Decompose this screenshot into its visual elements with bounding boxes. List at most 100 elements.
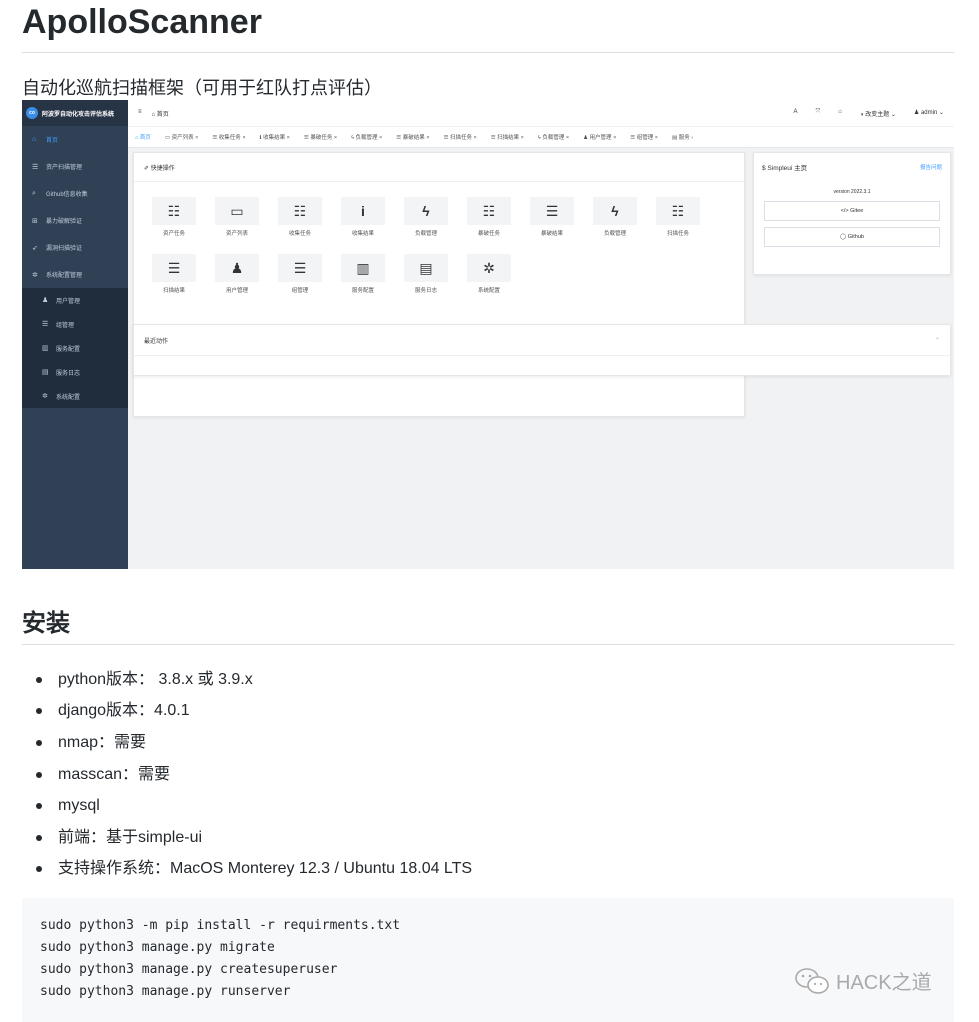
user-icon: ♟ bbox=[42, 297, 49, 304]
sidebar-item[interactable]: ⌕ Github信息收集 bbox=[22, 180, 128, 207]
list-item: 支持操作系统：MacOS Monterey 12.3 / Ubuntu 18.0… bbox=[36, 854, 472, 886]
sidebar-item[interactable]: ☰ 资产扫描管理 bbox=[22, 153, 128, 180]
quick-action[interactable]: ☷ 扫描任务 bbox=[653, 197, 703, 247]
code-line: sudo python3 manage.py migrate bbox=[40, 940, 275, 955]
tab[interactable]: ℹ 收集结果 × bbox=[253, 133, 297, 141]
quick-action[interactable]: ▥ 服务配置 bbox=[338, 254, 388, 304]
quick-action[interactable]: ϟ 负载管理 bbox=[590, 197, 640, 247]
tab[interactable]: ☰ 收集任务 × bbox=[205, 133, 252, 141]
tab[interactable]: ▤ 服务 › bbox=[665, 133, 700, 141]
sidebar-subitem-label: 组管理 bbox=[56, 322, 75, 329]
code-block: sudo python3 -m pip install -r requirmen… bbox=[22, 898, 954, 1022]
sidebar-subitem-label: 用户管理 bbox=[56, 298, 81, 305]
tab[interactable]: ☰ 暴破结果 × bbox=[389, 133, 436, 141]
topbar-action[interactable]: ♟ admin ⌄ bbox=[914, 109, 944, 118]
sidebar-subitem[interactable]: ☰ 组管理 bbox=[22, 312, 128, 336]
sidebar-item-label: 首页 bbox=[46, 138, 59, 144]
wechat-icon bbox=[795, 967, 829, 994]
quick-action-label: 资产任务 bbox=[162, 231, 185, 237]
sidebar-menu: ⌂ 首页 ☰ 资产扫描管理 ⌕ Github信息收集 ⊞ 暴力破解验证 ➶ 漏洞扫描验证 ✲ 系统配置… bbox=[22, 126, 128, 408]
sidebar: co 阿波罗自动化攻击评估系统 ⌂ 首页 ☰ 资产扫描管理 ⌕ Github信息收集 ⊞ 暴力… bbox=[22, 100, 128, 569]
info-icon: i bbox=[341, 197, 385, 225]
sidebar-item-label: 系统配置管理 bbox=[46, 273, 83, 279]
tab[interactable]: ▭ 资产列表 × bbox=[158, 133, 205, 141]
list-item: django版本：4.0.1 bbox=[36, 696, 472, 728]
quick-actions-panel: ✐ 快捷操作 ☷ 资产任务 ▭ 资产列表 ☷ 收集任务 i 收集结果 ϟ 负载管理 ☷ 暴破任务 ☰ 暴破… bbox=[133, 152, 745, 417]
recent-actions-title: 最近动作 bbox=[144, 338, 169, 345]
quick-action[interactable]: ☷ 资产任务 bbox=[149, 197, 199, 247]
checklist-icon: ☷ bbox=[656, 197, 700, 225]
gitee-button[interactable]: </> Gitee bbox=[764, 201, 940, 221]
quick-action-label: 收集结果 bbox=[351, 231, 374, 237]
sidebar-subitem[interactable]: ♟ 用户管理 bbox=[22, 288, 128, 312]
sidebar-subitem[interactable]: ✲ 系统配置 bbox=[22, 384, 128, 408]
watermark-text: HACK之道 bbox=[836, 972, 932, 994]
tab[interactable]: ☰ 暴破任务 × bbox=[297, 133, 344, 141]
page-subtitle: 自动化巡航扫描框架（可用于红队打点评估） bbox=[22, 78, 382, 98]
tab[interactable]: ϟ 负载管理 × bbox=[344, 133, 389, 141]
logo-icon: co bbox=[26, 107, 38, 119]
quick-action-label: 系统配置 bbox=[477, 288, 500, 294]
sidebar-subitem[interactable]: ▥ 服务配置 bbox=[22, 336, 128, 360]
list-item: nmap：需要 bbox=[36, 727, 472, 759]
quick-action[interactable]: i 收集结果 bbox=[338, 197, 388, 247]
quick-action[interactable]: ☷ 收集任务 bbox=[275, 197, 325, 247]
sidebar-item[interactable]: ✲ 系统配置管理 bbox=[22, 261, 128, 288]
report-issue-link[interactable]: 报告问题 bbox=[920, 163, 942, 171]
menu-toggle-icon[interactable]: ≡ bbox=[138, 109, 142, 118]
quick-action-label: 用户管理 bbox=[225, 288, 248, 294]
topbar-action[interactable]: ⌂ bbox=[838, 109, 842, 118]
collapse-icon[interactable]: ⌃ bbox=[935, 337, 940, 344]
sidebar-item[interactable]: ⊞ 暴力破解验证 bbox=[22, 207, 128, 234]
quick-action-label: 负载管理 bbox=[414, 231, 437, 237]
tab[interactable]: ☰ 扫描结果 × bbox=[484, 133, 531, 141]
list-item-text: masscan：需要 bbox=[58, 765, 171, 783]
tab[interactable]: ♟ 用户管理 × bbox=[576, 133, 623, 141]
tab-bar: ⌂ 首页 ▭ 资产列表 × ☰ 收集任务 × ℹ 收集结果 × ☰ 暴破任务 × ϟ 负载… bbox=[128, 127, 954, 148]
sidebar-header[interactable]: co 阿波罗自动化攻击评估系统 bbox=[22, 100, 128, 126]
checklist-icon: ☷ bbox=[152, 197, 196, 225]
bullet bbox=[36, 771, 42, 778]
quick-action[interactable]: ☰ 扫描结果 bbox=[149, 254, 199, 304]
version-text: version 2022.3.1 bbox=[833, 189, 871, 195]
list-icon: ☰ bbox=[42, 321, 49, 328]
topbar-action[interactable]: A bbox=[793, 109, 797, 118]
list-icon: ☰ bbox=[278, 254, 322, 282]
app-screenshot: co 阿波罗自动化攻击评估系统 ⌂ 首页 ☰ 资产扫描管理 ⌕ Github信息收集 ⊞ 暴力… bbox=[22, 100, 954, 569]
topbar-actions: A ⤧ ⌂ ◑ 改变主题 ⌄ ♟ admin ⌄ bbox=[793, 109, 954, 118]
quick-action[interactable]: ☰ 暴破结果 bbox=[527, 197, 577, 247]
quick-action[interactable]: ▭ 资产列表 bbox=[212, 197, 262, 247]
sidebar-subitem[interactable]: ▤ 服务日志 bbox=[22, 360, 128, 384]
quick-action[interactable]: ▤ 服务日志 bbox=[401, 254, 451, 304]
list-item: mysql bbox=[36, 790, 472, 822]
tab[interactable]: ☰ 组管理 × bbox=[623, 133, 665, 141]
quick-action[interactable]: ☰ 组管理 bbox=[275, 254, 325, 304]
divider bbox=[22, 644, 954, 645]
file-icon: ▤ bbox=[42, 369, 49, 376]
list-item-text: 前端：基于simple-ui bbox=[58, 828, 203, 846]
tab[interactable]: ⌂ 首页 bbox=[128, 133, 158, 141]
quick-action-label: 组管理 bbox=[291, 288, 309, 294]
map-icon: ▥ bbox=[341, 254, 385, 282]
topbar-action[interactable]: ⤧ bbox=[815, 109, 820, 118]
list-item: python版本： 3.8.x 或 3.9.x bbox=[36, 664, 472, 696]
tab[interactable]: ϟ 负载管理 × bbox=[531, 133, 576, 141]
sidebar-subitem-label: 服务配置 bbox=[56, 346, 81, 353]
breadcrumb[interactable]: ⌂ 首页 bbox=[152, 109, 169, 118]
quick-action[interactable]: ♟ 用户管理 bbox=[212, 254, 262, 304]
sidebar-item[interactable]: ➶ 漏洞扫描验证 bbox=[22, 234, 128, 261]
quick-action[interactable]: ✲ 系统配置 bbox=[464, 254, 514, 304]
bullet bbox=[36, 803, 42, 810]
requirements-list: python版本： 3.8.x 或 3.9.x django版本：4.0.1 nma… bbox=[36, 664, 472, 885]
topbar: ≡ ⌂ 首页 A ⤧ ⌂ ◑ 改变主题 ⌄ ♟ admin ⌄ bbox=[128, 100, 954, 126]
github-button[interactable]: ◯ Github bbox=[764, 227, 940, 247]
topbar-action[interactable]: ◑ 改变主题 ⌄ bbox=[860, 109, 896, 118]
sidebar-item[interactable]: ⌂ 首页 bbox=[22, 126, 128, 153]
bolt-icon: ϟ bbox=[404, 197, 448, 225]
quick-action[interactable]: ☷ 暴破任务 bbox=[464, 197, 514, 247]
list-item: 前端：基于simple-ui bbox=[36, 822, 472, 854]
quick-action[interactable]: ϟ 负载管理 bbox=[401, 197, 451, 247]
bullet bbox=[36, 739, 42, 746]
quick-action-label: 暴破任务 bbox=[477, 231, 500, 237]
tab[interactable]: ☰ 扫描任务 × bbox=[436, 133, 483, 141]
